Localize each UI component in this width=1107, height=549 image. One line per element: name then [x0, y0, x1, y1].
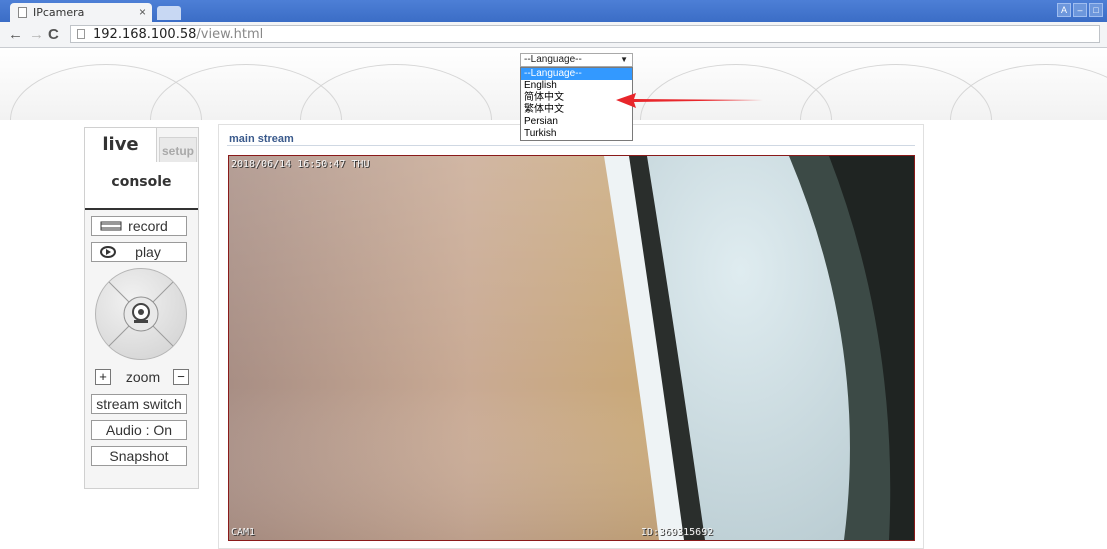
tab-live[interactable]: live	[85, 128, 157, 162]
console-header: console	[85, 162, 198, 210]
page-icon	[18, 7, 27, 18]
zoom-label: zoom	[125, 369, 161, 385]
tab-setup[interactable]: setup	[159, 137, 197, 163]
window-controls: A – □	[1055, 2, 1103, 17]
maximize-button[interactable]: □	[1089, 3, 1103, 17]
ptz-control-pad[interactable]	[95, 268, 187, 360]
play-icon	[100, 246, 116, 258]
red-annotation-arrow	[616, 93, 766, 108]
zoom-out-icon[interactable]: −	[173, 369, 189, 385]
profile-button[interactable]: A	[1057, 3, 1071, 17]
language-option[interactable]: Persian	[521, 116, 632, 128]
address-toolbar: ← → C 192.168.100.58/view.html	[0, 22, 1107, 48]
film-icon	[100, 221, 122, 231]
stream-switch-button[interactable]: stream switch	[91, 394, 187, 414]
decorative-arc	[950, 64, 1107, 120]
language-select-value: --Language--	[524, 54, 582, 65]
decorative-arc	[300, 64, 492, 120]
console-label: console	[111, 174, 172, 190]
language-select[interactable]: --Language-- ▼	[520, 53, 633, 67]
language-option[interactable]: Turkish	[521, 128, 632, 140]
video-feed[interactable]: 2018/06/14 16:50:47 THU CAM1 ID:36931569…	[228, 155, 915, 541]
minimize-button[interactable]: –	[1073, 3, 1087, 17]
play-button[interactable]: play	[91, 242, 187, 262]
url-text: 192.168.100.58/view.html	[93, 27, 264, 42]
reload-icon[interactable]: C	[48, 26, 59, 43]
record-button[interactable]: record	[91, 216, 187, 236]
stream-title: main stream	[229, 133, 294, 145]
dropdown-arrow-icon: ▼	[620, 55, 628, 64]
audio-toggle-button[interactable]: Audio : On	[91, 420, 187, 440]
zoom-in-icon[interactable]: +	[95, 369, 111, 385]
ptz-pad-graphic	[108, 281, 174, 347]
tab-close-icon[interactable]: ×	[139, 5, 146, 19]
language-option[interactable]: --Language--	[521, 68, 632, 80]
main-stream-panel: main stream 2018/06/14 16:50:47 THU CAM1…	[218, 124, 924, 549]
forward-arrow-icon[interactable]: →	[29, 26, 44, 43]
browser-tab-strip: IPcamera × A – □	[0, 0, 1107, 22]
tab-title: IPcamera	[33, 6, 85, 19]
url-field[interactable]: 192.168.100.58/view.html	[70, 25, 1100, 43]
osd-camera-name: CAM1	[231, 527, 256, 538]
back-arrow-icon[interactable]: ←	[8, 26, 23, 43]
control-panel: live setup console record play + zoom − …	[84, 127, 199, 489]
record-label: record	[128, 218, 168, 234]
divider	[227, 145, 915, 146]
page-icon	[77, 29, 85, 39]
camera-image	[229, 156, 914, 540]
play-label: play	[135, 244, 161, 260]
browser-tab[interactable]: IPcamera ×	[10, 3, 152, 22]
new-tab-button[interactable]	[157, 6, 181, 20]
zoom-controls: + zoom −	[95, 368, 191, 388]
osd-device-id: ID:369315692	[641, 527, 714, 538]
osd-timestamp: 2018/06/14 16:50:47 THU	[231, 159, 370, 170]
snapshot-button[interactable]: Snapshot	[91, 446, 187, 466]
